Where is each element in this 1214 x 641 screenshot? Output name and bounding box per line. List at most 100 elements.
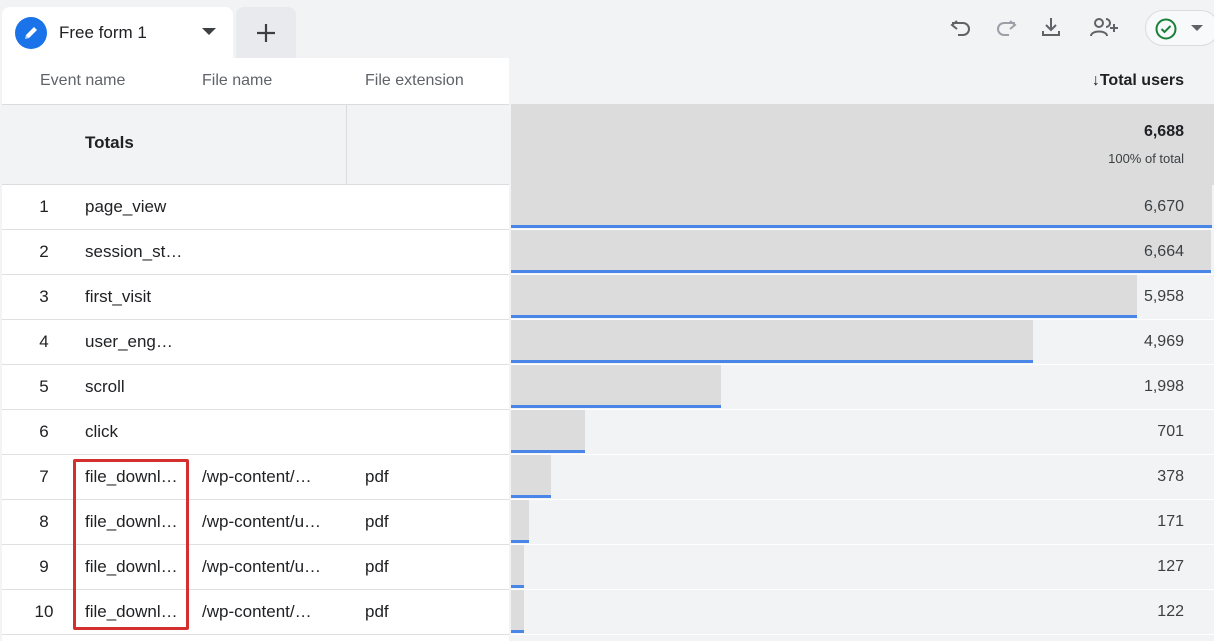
totals-label: Totals [85, 133, 134, 152]
value-bar-line [511, 315, 1137, 318]
row-index: 3 [39, 287, 49, 306]
value-bar-line [511, 495, 551, 498]
event-name-cell: file_downl… [85, 467, 178, 486]
redo-button[interactable] [991, 12, 1021, 42]
value-bar-line [511, 360, 1033, 363]
totals-row: Totals [2, 104, 509, 185]
event-name-cell: session_st… [85, 242, 183, 261]
header-total-users[interactable]: ↓Total users [1092, 72, 1184, 90]
value-bar [511, 455, 551, 497]
chevron-down-icon [1191, 25, 1203, 31]
metric-row: 6,664 [511, 230, 1214, 275]
total-users-value: 378 [1157, 468, 1184, 485]
header-file-extension[interactable]: File extension [365, 72, 464, 90]
file-name-cell: /wp-content/u… [202, 512, 322, 531]
share-users-icon [1090, 18, 1118, 37]
total-users-value: 6,664 [1143, 243, 1184, 260]
share-button[interactable] [1086, 12, 1122, 42]
event-name-cell: file_downl… [85, 602, 178, 621]
value-bar [511, 590, 524, 632]
value-bar-line [511, 630, 524, 633]
row-index: 9 [39, 557, 49, 576]
event-name-cell: page_view [85, 197, 167, 216]
file-extension-cell: pdf [365, 512, 389, 531]
event-name-cell: user_eng… [85, 332, 173, 351]
pencil-icon [15, 17, 47, 49]
download-button[interactable] [1036, 12, 1066, 42]
table-header: Event name File name File extension [2, 58, 509, 104]
totals-value: 6,688 [1143, 123, 1184, 140]
row-index: 6 [39, 422, 49, 441]
metric-row: 122 [511, 590, 1214, 635]
metric-row: 378 [511, 455, 1214, 500]
value-bar-line [511, 405, 721, 408]
total-users-value: 5,958 [1143, 288, 1184, 305]
table-row[interactable]: 7 file_downl… /wp-content/… pdf [2, 455, 509, 500]
tab-label: Free form 1 [59, 23, 147, 42]
value-bar [511, 275, 1137, 317]
table-row[interactable]: 8 file_downl… /wp-content/u… pdf [2, 500, 509, 545]
row-index: 8 [39, 512, 49, 531]
metric-row: 4,969 [511, 320, 1214, 365]
total-users-value: 1,998 [1143, 378, 1184, 395]
undo-icon [950, 20, 970, 36]
exploration-app: Free form 1 Event name File name File ex… [0, 0, 1214, 641]
download-icon [1042, 18, 1060, 36]
redo-icon [997, 20, 1017, 36]
totals-metric: 6,688 100% of total [511, 104, 1214, 185]
event-name-cell: scroll [85, 377, 125, 396]
file-name-cell: /wp-content/u… [202, 557, 322, 576]
tab-free-form[interactable]: Free form 1 [2, 7, 233, 58]
event-name-cell: click [85, 422, 119, 441]
file-extension-cell: pdf [365, 602, 389, 621]
table-row[interactable]: 4 user_eng… [2, 320, 509, 365]
value-bar [511, 185, 1212, 227]
value-bar [511, 545, 524, 587]
event-name-cell: first_visit [85, 287, 152, 306]
value-bar-line [511, 585, 524, 588]
metric-row: 1,998 [511, 365, 1214, 410]
table-row[interactable]: 9 file_downl… /wp-content/u… pdf [2, 545, 509, 590]
metric-row: 701 [511, 410, 1214, 455]
top-bar: Free form 1 [0, 0, 1214, 58]
table-row[interactable]: 3 first_visit [2, 275, 509, 320]
metric-row: 6,670 [511, 185, 1214, 230]
undo-button[interactable] [946, 12, 976, 42]
table-row[interactable]: 2 session_st… [2, 230, 509, 275]
value-bar [511, 500, 529, 542]
total-users-value: 127 [1157, 558, 1184, 575]
value-bar [511, 320, 1033, 362]
metric-row: 5,958 [511, 275, 1214, 320]
metric-column: ↓Total users 6,688 100% of total 6,670 6,… [511, 58, 1214, 641]
value-bar [511, 230, 1211, 272]
header-total-users-label: Total users [1099, 72, 1184, 89]
file-name-cell: /wp-content/… [202, 602, 312, 621]
row-index: 7 [39, 467, 49, 486]
total-users-value: 171 [1157, 513, 1184, 530]
metric-row: 127 [511, 545, 1214, 590]
row-index: 5 [39, 377, 49, 396]
row-index: 1 [39, 197, 49, 216]
table-row[interactable]: 5 scroll [2, 365, 509, 410]
header-event-name[interactable]: Event name [40, 72, 125, 90]
event-name-cell: file_downl… [85, 557, 178, 576]
column-divider [346, 105, 347, 184]
table-row[interactable]: 10 file_downl… /wp-content/… pdf [2, 590, 509, 635]
file-extension-cell: pdf [365, 467, 389, 486]
header-file-name[interactable]: File name [202, 72, 272, 90]
value-bar [511, 365, 721, 407]
status-menu-button[interactable] [1145, 10, 1214, 46]
value-bar-line [511, 450, 585, 453]
total-users-value: 122 [1157, 603, 1184, 620]
table-row[interactable]: 1 page_view [2, 185, 509, 230]
value-bar [511, 410, 585, 452]
add-tab-button[interactable] [236, 7, 296, 58]
plus-icon [257, 23, 275, 42]
event-name-cell: file_downl… [85, 512, 178, 531]
dimension-columns: Event name File name File extension Tota… [2, 58, 509, 641]
row-index: 2 [39, 242, 49, 261]
table-row[interactable]: 6 click [2, 410, 509, 455]
total-users-value: 4,969 [1143, 333, 1184, 350]
chevron-down-icon[interactable] [202, 28, 216, 35]
value-bar-line [511, 540, 529, 543]
